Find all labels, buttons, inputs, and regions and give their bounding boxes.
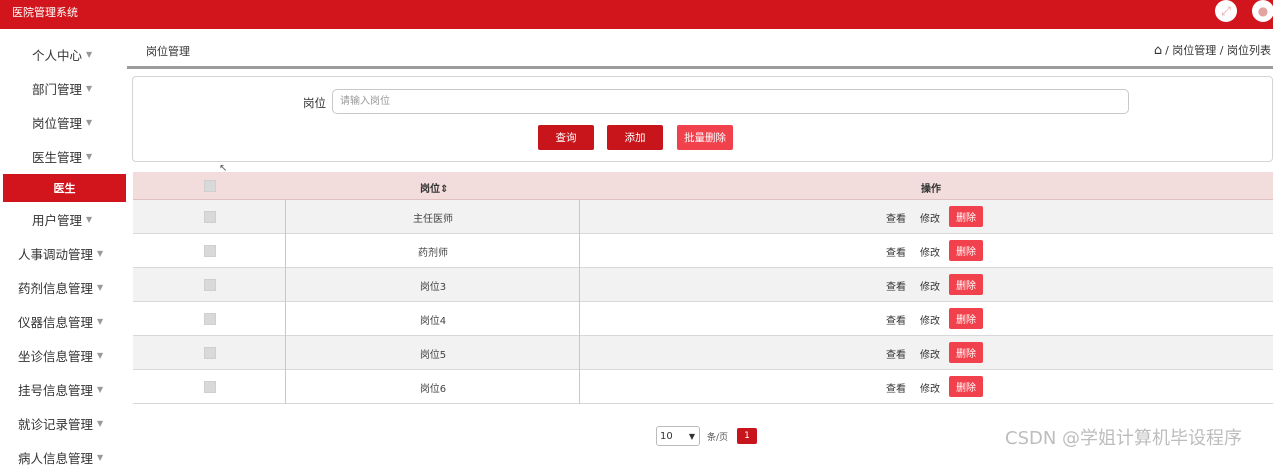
position-cell: 岗位4 <box>419 316 447 327</box>
row-checkbox[interactable] <box>204 211 216 223</box>
add-button[interactable]: 添加 <box>607 125 663 150</box>
view-link[interactable]: 查看 <box>886 380 906 395</box>
sidebar-item-position[interactable]: 岗位管理 ▼ <box>0 105 130 139</box>
table-row: 岗位6 查看 修改 删除 <box>133 370 1273 404</box>
edit-link[interactable]: 修改 <box>920 380 940 395</box>
position-cell: 岗位3 <box>419 282 447 293</box>
top-bar: 医院管理系统 ⤢ ● <box>0 0 1273 29</box>
edit-link[interactable]: 修改 <box>920 278 940 293</box>
fullscreen-icon[interactable]: ⤢ <box>1215 0 1237 22</box>
search-label: 岗位 <box>303 96 326 110</box>
row-checkbox[interactable] <box>204 381 216 393</box>
chevron-down-icon: ▼ <box>97 384 104 394</box>
page-title: 岗位管理 <box>146 45 190 58</box>
delete-button[interactable]: 删除 <box>949 342 983 363</box>
per-page-label: 条/页 <box>707 433 729 443</box>
sidebar-item-medicine[interactable]: 药剂信息管理 ▼ <box>0 270 130 304</box>
view-link[interactable]: 查看 <box>886 244 906 259</box>
sidebar-item-label: 坐诊信息管理 <box>18 348 94 364</box>
sidebar-item-label: 部门管理 <box>32 81 83 97</box>
sidebar-item-label: 岗位管理 <box>32 115 83 131</box>
delete-button[interactable]: 删除 <box>949 274 983 295</box>
user-avatar-icon[interactable]: ● <box>1252 0 1273 22</box>
search-input[interactable] <box>332 89 1129 114</box>
sidebar-item-label: 用户管理 <box>32 212 83 228</box>
chevron-down-icon: ▼ <box>86 49 93 59</box>
table-row: 药剂师 查看 修改 删除 <box>133 234 1273 268</box>
position-cell: 药剂师 <box>418 248 448 259</box>
divider <box>127 66 1273 69</box>
sidebar-item-label: 就诊记录管理 <box>18 416 94 432</box>
sidebar-item-personal-center[interactable]: 个人中心 ▼ <box>0 37 130 71</box>
position-cell: 岗位5 <box>419 350 447 361</box>
sidebar-item-instrument[interactable]: 仪器信息管理 ▼ <box>0 304 130 338</box>
row-checkbox[interactable] <box>204 245 216 257</box>
breadcrumb-path: / 岗位管理 / 岗位列表 <box>1165 44 1271 57</box>
search-panel: 岗位 查询 添加 批量删除 <box>132 76 1273 162</box>
sidebar: 个人中心 ▼ 部门管理 ▼ 岗位管理 ▼ 医生管理 ▼ 医生 用户管理 ▼ 人事调动管理 ▼… <box>0 29 130 466</box>
sidebar-item-department[interactable]: 部门管理 ▼ <box>0 71 130 105</box>
table-row: 主任医师 查看 修改 删除 <box>133 200 1273 234</box>
watermark: CSDN @学姐计算机毕设程序 <box>1005 428 1243 449</box>
chevron-down-icon: ▼ <box>97 248 104 258</box>
chevron-down-icon: ▼ <box>86 117 93 127</box>
sidebar-item-label: 仪器信息管理 <box>18 314 94 330</box>
sidebar-item-patient[interactable]: 病人信息管理 ▼ <box>0 440 130 474</box>
chevron-down-icon: ▼ <box>86 214 93 224</box>
sidebar-item-label: 个人中心 <box>32 47 83 63</box>
select-all-checkbox[interactable] <box>204 180 216 192</box>
sidebar-item-label: 挂号信息管理 <box>18 382 94 398</box>
row-checkbox[interactable] <box>204 279 216 291</box>
position-cell: 岗位6 <box>419 384 447 395</box>
delete-button[interactable]: 删除 <box>949 308 983 329</box>
sidebar-item-doctor[interactable]: 医生管理 ▼ <box>0 139 130 173</box>
chevron-down-icon: ▼ <box>97 282 104 292</box>
sidebar-subitem-doctor[interactable]: 医生 <box>3 174 126 202</box>
sidebar-item-personnel-transfer[interactable]: 人事调动管理 ▼ <box>0 236 130 270</box>
chevron-down-icon: ▼ <box>688 431 695 441</box>
sidebar-item-label: 医生管理 <box>32 149 83 165</box>
delete-button[interactable]: 删除 <box>949 376 983 397</box>
edit-link[interactable]: 修改 <box>920 346 940 361</box>
view-link[interactable]: 查看 <box>886 346 906 361</box>
page-number-current[interactable]: 1 <box>737 428 757 444</box>
view-link[interactable]: 查看 <box>886 312 906 327</box>
breadcrumb-bar: 岗位管理 ⌂ / 岗位管理 / 岗位列表 <box>130 35 1273 66</box>
sidebar-item-label: 人事调动管理 <box>18 246 94 262</box>
view-link[interactable]: 查看 <box>886 210 906 225</box>
column-header-actions: 操作 <box>921 184 941 195</box>
table-row: 岗位4 查看 修改 删除 <box>133 302 1273 336</box>
sidebar-item-consultation[interactable]: 坐诊信息管理 ▼ <box>0 338 130 372</box>
table-row: 岗位5 查看 修改 删除 <box>133 336 1273 370</box>
chevron-down-icon: ▼ <box>97 418 104 428</box>
chevron-down-icon: ▼ <box>97 350 104 360</box>
delete-button[interactable]: 删除 <box>949 206 983 227</box>
row-checkbox[interactable] <box>204 347 216 359</box>
view-link[interactable]: 查看 <box>886 278 906 293</box>
page-size-select[interactable]: 10 ▼ <box>656 426 700 446</box>
chevron-down-icon: ▼ <box>86 83 93 93</box>
table-header: 岗位⇕ 操作 <box>133 172 1273 200</box>
edit-link[interactable]: 修改 <box>920 210 940 225</box>
breadcrumb: ⌂ / 岗位管理 / 岗位列表 <box>1154 42 1271 58</box>
delete-button[interactable]: 删除 <box>949 240 983 261</box>
edit-link[interactable]: 修改 <box>920 312 940 327</box>
home-icon[interactable]: ⌂ <box>1154 43 1162 58</box>
chevron-down-icon: ▼ <box>86 151 93 161</box>
app-title: 医院管理系统 <box>12 6 78 19</box>
query-button[interactable]: 查询 <box>538 125 594 150</box>
edit-link[interactable]: 修改 <box>920 244 940 259</box>
chevron-down-icon: ▼ <box>97 452 104 462</box>
batch-delete-button[interactable]: 批量删除 <box>677 125 733 150</box>
sidebar-item-user[interactable]: 用户管理 ▼ <box>0 202 130 236</box>
position-cell: 主任医师 <box>413 214 453 225</box>
sidebar-item-visit-record[interactable]: 就诊记录管理 ▼ <box>0 406 130 440</box>
sidebar-item-label: 药剂信息管理 <box>18 280 94 296</box>
row-checkbox[interactable] <box>204 313 216 325</box>
sidebar-item-registration[interactable]: 挂号信息管理 ▼ <box>0 372 130 406</box>
column-header-position[interactable]: 岗位⇕ <box>420 180 448 195</box>
chevron-down-icon: ▼ <box>97 316 104 326</box>
sidebar-item-label: 病人信息管理 <box>18 450 94 466</box>
table-row: 岗位3 查看 修改 删除 <box>133 268 1273 302</box>
